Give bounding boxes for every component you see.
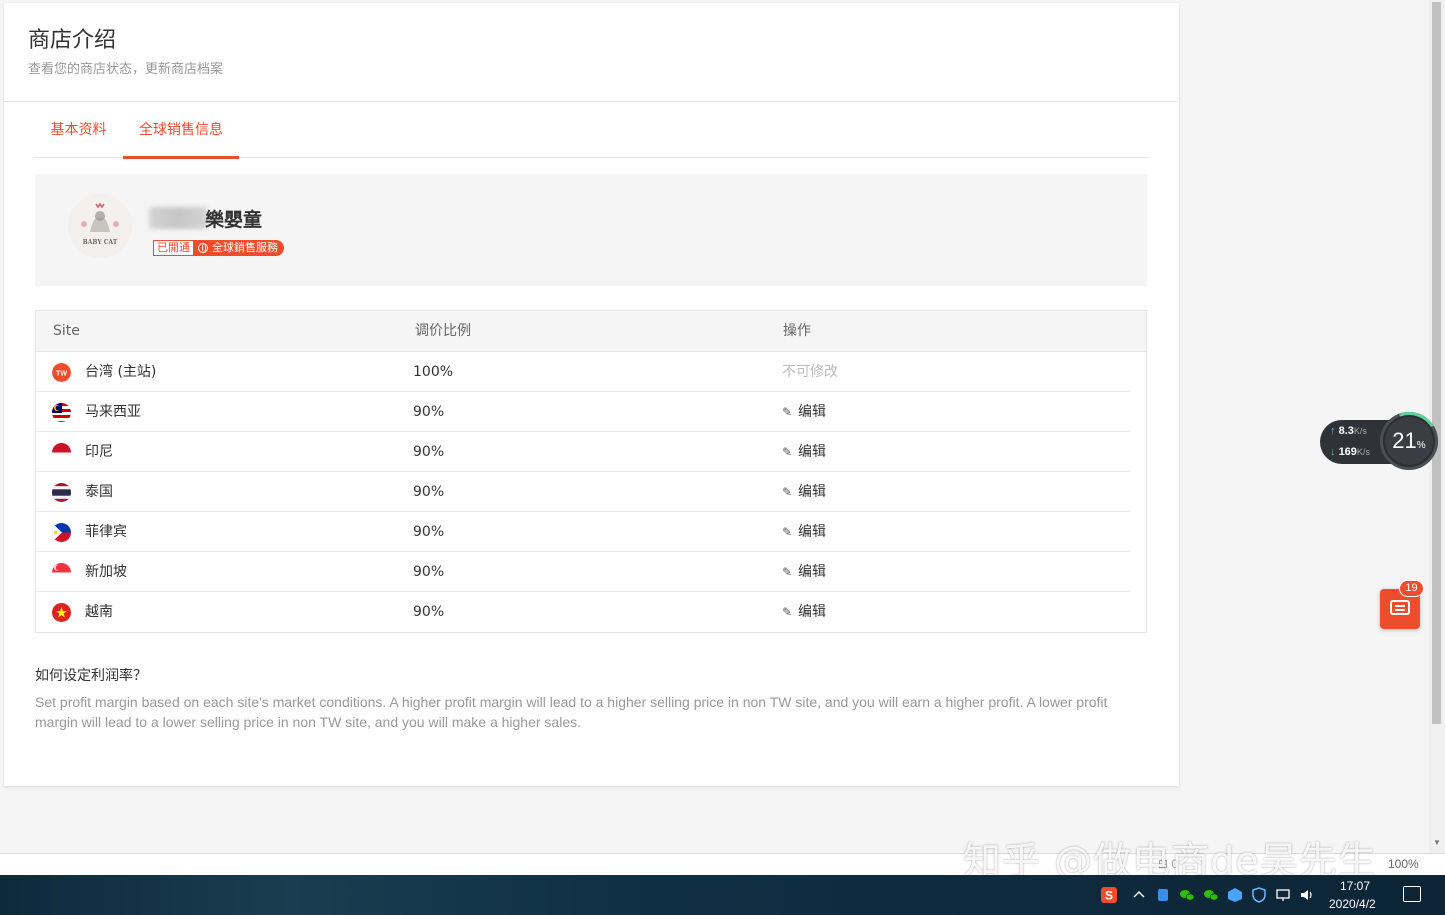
edit-label: 编辑: [798, 444, 826, 460]
edit-label: 编辑: [798, 484, 826, 500]
price-ratio: 90%: [413, 444, 445, 460]
table-row: 越南 90% ✎ 编辑: [36, 592, 1130, 632]
tab-basic-info[interactable]: 基本资料: [34, 102, 123, 158]
chat-unread-badge: 19: [1399, 580, 1424, 597]
scrollbar-thumb[interactable]: [1432, 2, 1441, 724]
upload-speed: ↑ 8.3K/s: [1330, 425, 1367, 437]
table-row: 菲律宾 90% ✎ 编辑: [36, 512, 1130, 552]
site-name: 泰国: [85, 484, 113, 500]
tab-global-sales-info[interactable]: 全球销售信息: [123, 102, 239, 159]
shield-icon[interactable]: [1251, 887, 1267, 903]
site-name: 印尼: [85, 444, 113, 460]
globe-icon: [198, 243, 208, 253]
action-not-editable: 不可修改: [782, 364, 838, 380]
network-icon[interactable]: [1275, 887, 1291, 903]
wechat-icon[interactable]: [1179, 887, 1195, 903]
price-ratio: 90%: [413, 484, 445, 500]
edit-label: 编辑: [798, 604, 826, 620]
shop-intro-card: 商店介绍 查看您的商店状态，更新商店档案 基本资料 全球销售信息 BABY CA…: [4, 3, 1179, 786]
browser-viewport: 商店介绍 查看您的商店状态，更新商店档案 基本资料 全球销售信息 BABY CA…: [0, 0, 1445, 853]
price-ratio: 90%: [413, 604, 445, 620]
malaysia-flag-icon: [52, 403, 71, 422]
app-tray-icon[interactable]: [1155, 887, 1171, 903]
singapore-flag-icon: [52, 563, 71, 582]
help-title: 如何设定利润率？: [35, 668, 147, 684]
notification-center-icon[interactable]: [1403, 886, 1421, 902]
page-header: 商店介绍 查看您的商店状态，更新商店档案: [4, 3, 1179, 102]
edit-button[interactable]: ✎ 编辑: [782, 552, 826, 592]
page-title: 商店介绍: [28, 28, 117, 53]
volume-icon[interactable]: [1299, 887, 1315, 903]
service-badges: 已開通 全球銷售服務: [153, 240, 284, 256]
table-row: 新加坡 90% ✎ 编辑: [36, 552, 1130, 592]
site-name: 马来西亚: [85, 404, 141, 420]
clock-date[interactable]: 2020/4/2: [1329, 897, 1376, 911]
chat-icon: [1390, 600, 1410, 615]
vietnam-flag-icon: [52, 603, 71, 622]
chevron-up-icon[interactable]: [1131, 887, 1147, 903]
arrow-up-icon: ↑: [1330, 425, 1336, 437]
edit-label: 编辑: [798, 524, 826, 540]
price-ratio: 90%: [413, 404, 445, 420]
clock-time[interactable]: 17:07: [1340, 879, 1370, 893]
shop-summary-panel: BABY CAT 樂嬰童 已開通 全球銷售服務: [35, 174, 1147, 286]
column-header-ratio: 调价比例: [415, 323, 471, 339]
column-header-site: Site: [53, 323, 80, 339]
tw-icon: TW: [52, 363, 71, 382]
help-text: Set profit margin based on each site's m…: [35, 694, 1108, 730]
shop-logo: BABY CAT: [68, 194, 132, 258]
badge-global-service: 全球銷售服務: [194, 240, 284, 256]
table-row: 马来西亚 90% ✎ 编辑: [36, 392, 1130, 432]
table-row: 泰国 90% ✎ 编辑: [36, 472, 1130, 512]
badge-global-service-label: 全球銷售服務: [212, 241, 278, 254]
pencil-icon: ✎: [782, 525, 793, 539]
site-name: 越南: [85, 604, 113, 620]
edit-label: 编辑: [798, 564, 826, 580]
cube-icon[interactable]: [1227, 887, 1243, 903]
pencil-icon: ✎: [782, 485, 793, 499]
site-name: 菲律宾: [85, 524, 127, 540]
site-name: 台湾 (主站): [85, 364, 157, 380]
pencil-icon: ✎: [782, 605, 793, 619]
site-pricing-table: Site 调价比例 操作 TW 台湾 (主站) 100% 不可修改 马来西亚 9…: [35, 310, 1147, 633]
arrow-down-icon: ↓: [1330, 446, 1336, 458]
edit-button[interactable]: ✎ 编辑: [782, 512, 826, 552]
edit-button[interactable]: ✎ 编辑: [782, 592, 826, 632]
wechat-work-icon[interactable]: [1203, 887, 1219, 903]
price-ratio: 90%: [413, 564, 445, 580]
edit-button[interactable]: ✎ 编辑: [782, 392, 826, 432]
svg-text:S: S: [1105, 889, 1113, 903]
svg-text:BABY CAT: BABY CAT: [83, 239, 118, 246]
edit-button[interactable]: ✎ 编辑: [782, 432, 826, 472]
edit-button[interactable]: ✎ 编辑: [782, 472, 826, 512]
table-row: 印尼 90% ✎ 编辑: [36, 432, 1130, 472]
pencil-icon: ✎: [782, 445, 793, 459]
price-ratio: 100%: [413, 364, 454, 380]
download-speed: ↓ 169K/s: [1330, 446, 1370, 458]
zoom-level[interactable]: 100%: [1388, 857, 1419, 871]
site-name: 新加坡: [85, 564, 127, 580]
shop-name-redacted: [149, 207, 207, 229]
pencil-icon: ✎: [782, 565, 793, 579]
table-row: TW 台湾 (主站) 100% 不可修改: [36, 352, 1130, 392]
badge-activated: 已開通: [153, 240, 194, 256]
column-header-action: 操作: [783, 323, 811, 339]
scroll-down-arrow-icon[interactable]: ▼: [1433, 838, 1441, 847]
edit-label: 编辑: [798, 404, 826, 420]
table-header: Site 调价比例 操作: [36, 311, 1146, 352]
philippines-flag-icon: [52, 523, 71, 542]
tab-bar: 基本资料 全球销售信息: [34, 102, 1148, 159]
sogou-input-icon[interactable]: S: [1101, 887, 1117, 903]
thailand-flag-icon: [52, 483, 71, 502]
svg-text:TW: TW: [56, 371, 67, 378]
page-subtitle: 查看您的商店状态，更新商店档案: [28, 62, 224, 77]
price-ratio: 90%: [413, 524, 445, 540]
indonesia-flag-icon: [52, 443, 71, 462]
shop-name: 樂嬰童: [205, 209, 263, 231]
windows-taskbar: S 17:07 2020/4/2: [0, 875, 1445, 915]
pencil-icon: ✎: [782, 405, 793, 419]
